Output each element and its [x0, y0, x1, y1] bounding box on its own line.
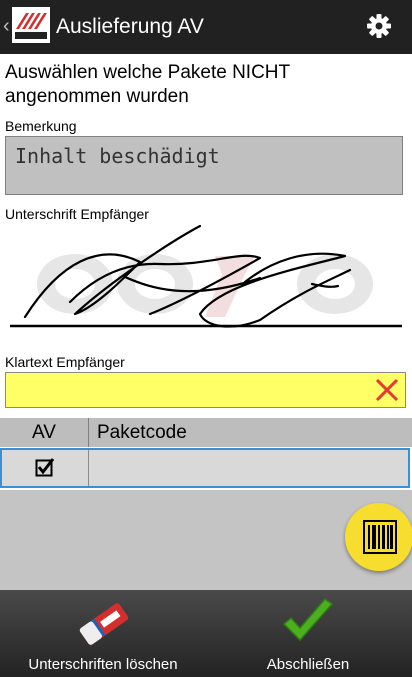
back-chevron-icon[interactable]: ‹ — [3, 13, 10, 39]
column-header-av[interactable]: AV — [32, 418, 56, 447]
barcode-icon — [363, 520, 397, 554]
signature-pad[interactable] — [0, 222, 412, 352]
column-header-paketcode[interactable]: Paketcode — [97, 418, 187, 447]
remark-value: Inhalt beschädigt — [15, 144, 220, 168]
gear-icon[interactable] — [365, 12, 393, 40]
scan-barcode-button[interactable] — [345, 503, 412, 571]
close-icon[interactable] — [374, 377, 400, 403]
column-divider — [88, 418, 89, 447]
remark-label: Bemerkung — [5, 118, 77, 134]
clear-signatures-button[interactable]: Unterschriften löschen — [10, 596, 196, 674]
av-checkbox[interactable] — [35, 457, 55, 477]
instruction-heading: Auswählen welche Pakete NICHT angenommen… — [5, 62, 290, 107]
table-row[interactable] — [0, 448, 410, 488]
signature-label: Unterschrift Empfänger — [5, 206, 149, 222]
company-logo-icon[interactable] — [12, 7, 50, 43]
recipient-name-input[interactable] — [5, 372, 406, 408]
recipient-name-label: Klartext Empfänger — [5, 354, 125, 370]
clear-signatures-label: Unterschriften löschen — [28, 656, 178, 673]
table-header — [0, 418, 412, 447]
eraser-icon — [79, 603, 129, 645]
checkmark-icon — [282, 597, 334, 642]
column-divider — [88, 450, 89, 486]
finish-button[interactable]: Abschließen — [218, 596, 398, 674]
page-title: Auslieferung AV — [56, 15, 204, 38]
finish-label: Abschließen — [266, 656, 350, 673]
